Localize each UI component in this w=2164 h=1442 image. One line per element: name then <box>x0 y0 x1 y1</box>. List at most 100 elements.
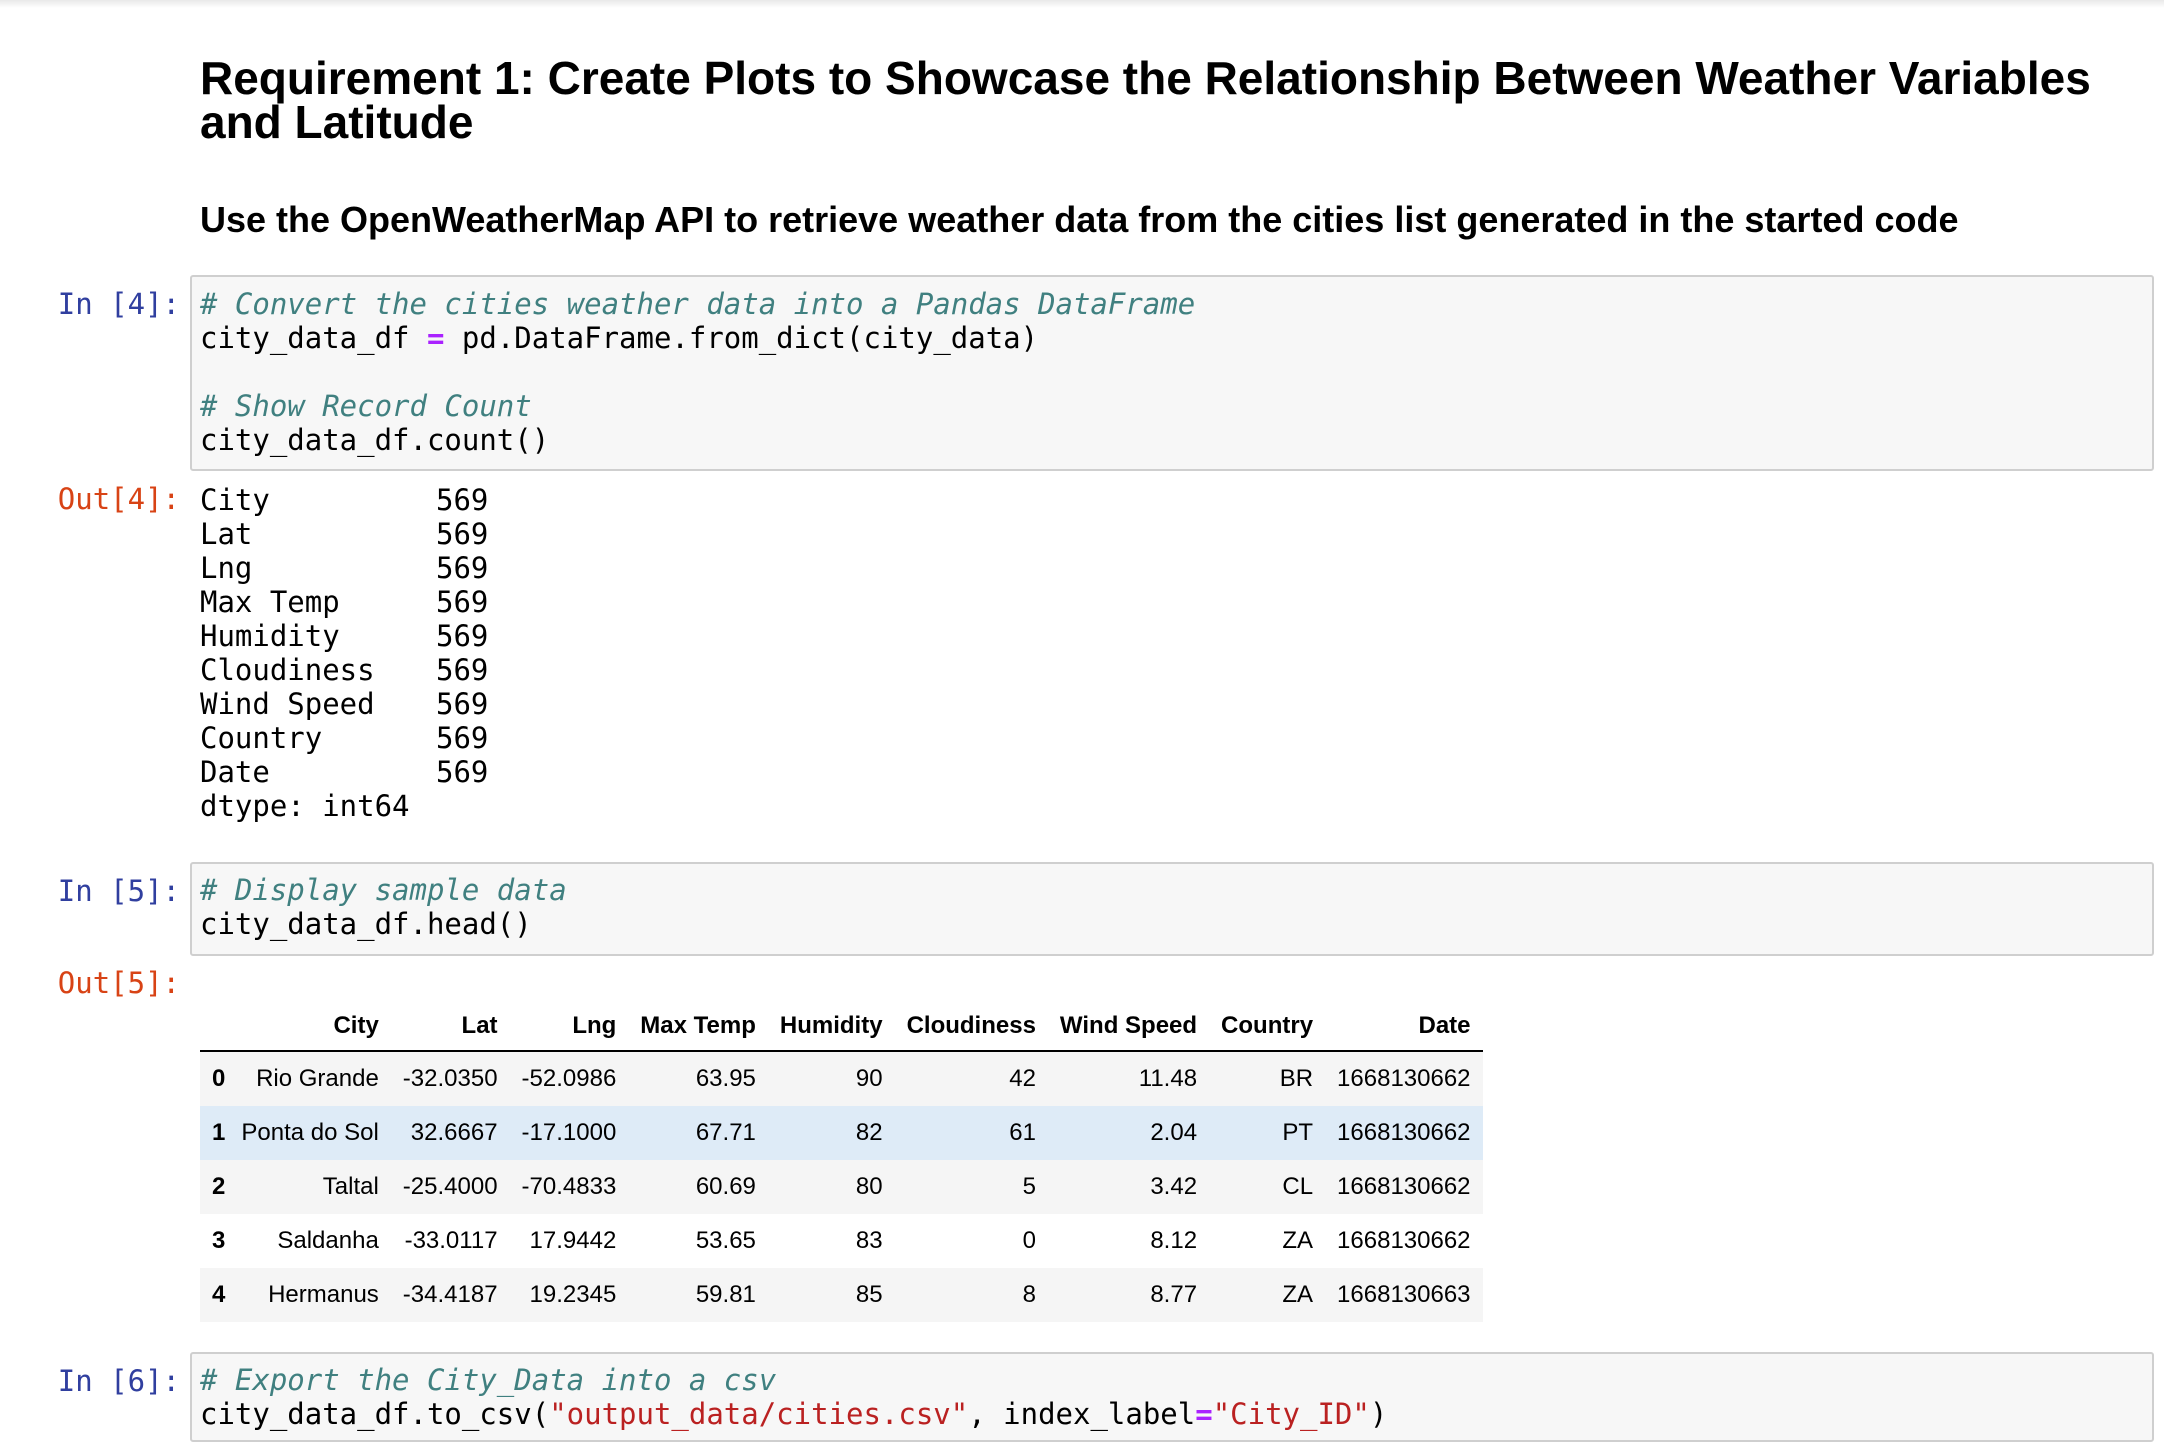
prompt-out-4: Out[4]: <box>57 482 180 516</box>
table-cell: 1668130662 <box>1337 1065 1471 1092</box>
table-header-row: City Lat Lng Max Temp Humidity Cloudiness Wind… <box>200 994 1483 1052</box>
output-cell-4: City 569 Lat 569 Lng 569 Max Temp 569 Humidity 56… <box>200 483 488 823</box>
table-cell: 8.77 <box>1150 1281 1198 1308</box>
table-cell: CL <box>1282 1173 1314 1200</box>
code-operator: = <box>426 321 445 355</box>
row-index: 0 <box>212 1065 226 1092</box>
output-dtype: dtype: int64 <box>200 789 410 823</box>
column-header <box>200 994 230 1052</box>
table-cell: 61 <box>1009 1119 1036 1146</box>
code-comment: # Display sample data <box>200 873 567 907</box>
output-row: Cloudiness 569 <box>200 653 488 687</box>
table-cell: 32.6667 <box>410 1119 498 1146</box>
table-cell: 80 <box>855 1173 883 1200</box>
output-row: City 569 <box>200 483 488 517</box>
output-key: Max Temp <box>200 585 340 619</box>
output-key: Humidity <box>200 619 340 653</box>
table-cell: -25.4000 <box>402 1173 498 1200</box>
output-row: Humidity 569 <box>200 619 488 653</box>
table-cell: 2.04 <box>1150 1119 1198 1146</box>
table-cell: 8 <box>1022 1281 1036 1308</box>
output-row: Lng 569 <box>200 551 488 585</box>
code-comment: # Show Record Count <box>200 389 532 423</box>
table-cell: 1668130662 <box>1337 1119 1471 1146</box>
code-cell-4-source[interactable]: # Convert the cities weather data into a… <box>200 287 1195 457</box>
table-cell: 63.95 <box>695 1065 756 1092</box>
code-text: city_data_df <box>200 321 427 355</box>
table-row: 3 Saldanha -33.0117 17.9442 53.65 83 0 8.12 ZA 16… <box>200 1214 1483 1268</box>
table-cell: 5 <box>1022 1173 1036 1200</box>
prompt-in-6: In [6]: <box>57 1364 180 1398</box>
table-cell: 42 <box>1009 1065 1036 1092</box>
table-cell: 60.69 <box>695 1173 756 1200</box>
row-index: 3 <box>212 1227 226 1254</box>
table-cell: 1668130663 <box>1337 1281 1471 1308</box>
table-cell: 19.2345 <box>529 1281 617 1308</box>
output-row: Country 569 <box>200 721 488 755</box>
output-row: Max Temp 569 <box>200 585 488 619</box>
column-header: Country <box>1209 994 1326 1052</box>
output-row: Wind Speed 569 <box>200 687 488 721</box>
table-cell: 0 <box>1022 1227 1036 1254</box>
table-cell: -34.4187 <box>402 1281 498 1308</box>
table-cell: Saldanha <box>277 1227 379 1254</box>
column-header: Max Temp <box>628 994 768 1052</box>
code-text: city_data_df.count() <box>200 423 550 457</box>
code-text: , index_label <box>968 1397 1196 1431</box>
table-row: 4 Hermanus -34.4187 19.2345 59.81 85 8 8.77 ZA 16… <box>200 1268 1483 1322</box>
table-cell: Ponta do Sol <box>241 1119 379 1146</box>
code-comment: # Convert the cities weather data into a… <box>200 287 1196 321</box>
code-cell-5-source[interactable]: # Display sample data city_data_df.head() <box>200 873 567 941</box>
table-cell: -32.0350 <box>402 1065 498 1092</box>
table-cell: 83 <box>855 1227 883 1254</box>
output-value: 569 <box>436 755 489 789</box>
table-cell: 67.71 <box>695 1119 756 1146</box>
code-cell-6-source[interactable]: # Export the City_Data into a csv city_da… <box>200 1363 1387 1431</box>
code-comment: # Export the City_Data into a csv <box>200 1363 777 1397</box>
output-key: Cloudiness <box>200 653 375 687</box>
output-key: Lng <box>200 551 253 585</box>
table-cell: PT <box>1282 1119 1314 1146</box>
code-operator: = <box>1195 1397 1213 1431</box>
code-text: pd.DataFrame.from_dict(city_data) <box>444 321 1039 355</box>
output-value: 569 <box>436 517 489 551</box>
output-key: Date <box>200 755 270 789</box>
output-value: 569 <box>436 687 489 721</box>
prompt-in-5: In [5]: <box>57 874 180 908</box>
table-row: 2 Taltal -25.4000 -70.4833 60.69 80 5 3.42 CL 166… <box>200 1160 1483 1214</box>
table-cell: Rio Grande <box>256 1065 379 1092</box>
output-row: Lat 569 <box>200 517 488 551</box>
table-cell: 53.65 <box>695 1227 756 1254</box>
output-key: Country <box>200 721 323 755</box>
table-cell: 17.9442 <box>529 1227 617 1254</box>
table-cell: 11.48 <box>1138 1065 1198 1092</box>
table-cell: -52.0986 <box>521 1065 617 1092</box>
table-cell: 82 <box>855 1119 883 1146</box>
output-value: 569 <box>436 653 489 687</box>
output-value: 569 <box>436 585 489 619</box>
table-cell: 8.12 <box>1150 1227 1198 1254</box>
table-cell: ZA <box>1282 1227 1314 1254</box>
table-cell: -17.1000 <box>521 1119 617 1146</box>
table-cell: 1668130662 <box>1337 1227 1471 1254</box>
table-cell: BR <box>1279 1065 1314 1092</box>
row-index: 4 <box>212 1281 226 1308</box>
code-text: city_data_df.to_csv( <box>200 1397 550 1431</box>
column-header: Date <box>1325 994 1483 1052</box>
output-value: 569 <box>436 619 489 653</box>
table-cell: Taltal <box>322 1173 379 1200</box>
output-key: Lat <box>200 517 253 551</box>
table-cell: 1668130662 <box>1337 1173 1471 1200</box>
column-header: Cloudiness <box>894 994 1048 1052</box>
prompt-out-5: Out[5]: <box>57 966 180 1000</box>
heading-requirement-1: Requirement 1: Create Plots to Showcase … <box>200 52 2091 148</box>
table-cell: Hermanus <box>268 1281 379 1308</box>
column-header: Lat <box>390 994 510 1052</box>
row-index: 1 <box>212 1119 226 1146</box>
column-header: Wind Speed <box>1047 994 1210 1052</box>
output-value: 569 <box>436 483 489 517</box>
column-header: Lng <box>509 994 629 1052</box>
output-key: Wind Speed <box>200 687 375 721</box>
top-shadow <box>0 0 2164 8</box>
output-value: 569 <box>436 721 489 755</box>
